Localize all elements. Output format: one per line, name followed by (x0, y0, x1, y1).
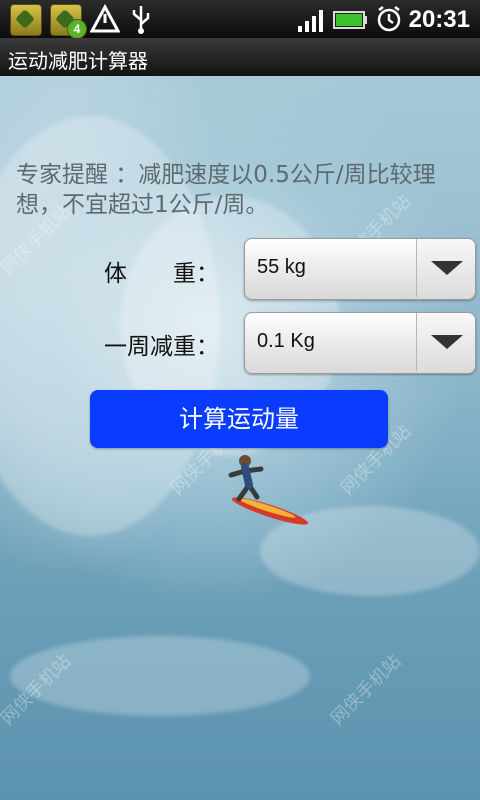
battery-icon (333, 11, 367, 29)
weight-spinner[interactable]: 55 kg (244, 238, 476, 300)
weight-value: 55 kg (257, 256, 306, 278)
weight-label: 体 重： (104, 261, 219, 287)
app-notification-icon[interactable] (10, 4, 42, 36)
main-content: 网侠手机站 网侠手机站 网侠手机站 网侠手机站 网侠手机站 网侠手机站 专家提醒… (0, 76, 480, 800)
status-bar: 4 20:31 (0, 0, 480, 39)
watermark: 网侠手机站 (326, 650, 406, 730)
weekly-loss-spinner[interactable]: 0.1 Kg (244, 312, 476, 374)
signal-icon (298, 10, 323, 32)
dropdown-arrow-icon[interactable] (416, 239, 475, 297)
app-title-bar: 运动减肥计算器 (0, 38, 480, 77)
surfer-image (228, 455, 309, 525)
dropdown-arrow-icon[interactable] (416, 313, 475, 371)
notification-badge: 4 (67, 19, 87, 39)
alarm-icon (377, 6, 401, 32)
usb-icon (132, 6, 150, 34)
weekly-loss-label: 一周减重： (104, 334, 219, 360)
expert-tip: 专家提醒 ：减肥速度以0.5公斤/周比较理想，不宜超过1公斤/周。 (16, 162, 436, 218)
calculate-exercise-button[interactable]: 计算运动量 (90, 390, 388, 448)
clock: 20:31 (408, 6, 470, 33)
app-title: 运动减肥计算器 (8, 49, 148, 73)
warning-icon (90, 4, 120, 33)
weekly-loss-value: 0.1 Kg (257, 330, 315, 352)
app-notification-icon[interactable]: 4 (50, 4, 87, 39)
